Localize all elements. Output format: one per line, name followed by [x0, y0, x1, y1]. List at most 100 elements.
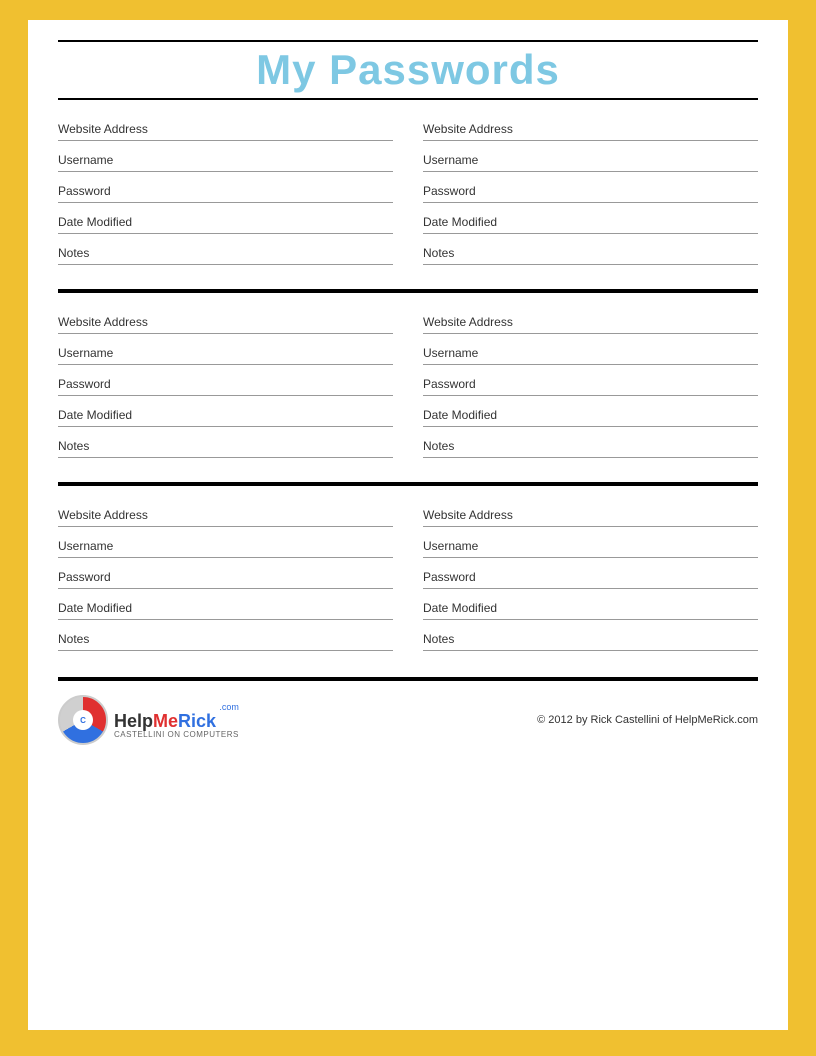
field-password-s1-e2: Password — [423, 178, 758, 203]
field-website-address-s3-e1: Website Address — [58, 502, 393, 527]
page: My Passwords Website Address Username Pass… — [28, 20, 788, 1030]
field-website-address-s2-e1: Website Address — [58, 309, 393, 334]
field-password-s2-e1: Password — [58, 371, 393, 396]
field-label: Password — [423, 371, 758, 391]
logo-rick: Rick — [178, 711, 216, 731]
field-underline — [58, 588, 393, 589]
field-username-s2-e1: Username — [58, 340, 393, 365]
field-label: Notes — [58, 240, 393, 260]
field-password-s3-e1: Password — [58, 564, 393, 589]
field-label: Date Modified — [58, 209, 393, 229]
field-underline — [423, 264, 758, 265]
top-divider — [58, 40, 758, 42]
copyright-text: © 2012 by Rick Castellini of HelpMeRick.… — [537, 714, 758, 726]
field-label: Website Address — [58, 502, 393, 522]
field-notes-s3-e2: Notes — [423, 626, 758, 651]
field-notes-s3-e1: Notes — [58, 626, 393, 651]
field-underline — [423, 202, 758, 203]
logo-text: .com HelpMeRick CASTELLINI ON COMPUTERS — [114, 702, 239, 739]
section-divider-2 — [58, 482, 758, 486]
section-divider-1 — [58, 289, 758, 293]
logo: C .com HelpMeRick CASTELLINI ON COMPUTER… — [58, 695, 239, 745]
field-label: Notes — [423, 240, 758, 260]
field-label: Date Modified — [423, 595, 758, 615]
field-underline — [58, 557, 393, 558]
field-underline — [58, 364, 393, 365]
field-underline — [423, 333, 758, 334]
section-3-grid: Website Address Username Password Date Modi… — [58, 502, 758, 657]
field-website-address-s2-e2: Website Address — [423, 309, 758, 334]
field-underline — [423, 650, 758, 651]
sections-container: Website Address Username Password Date Modi… — [58, 116, 758, 657]
field-label: Website Address — [58, 309, 393, 329]
field-username-s3-e1: Username — [58, 533, 393, 558]
field-username-s1-e1: Username — [58, 147, 393, 172]
field-underline — [58, 426, 393, 427]
logo-help: Help — [114, 711, 153, 731]
field-label: Date Modified — [58, 402, 393, 422]
field-label: Password — [423, 178, 758, 198]
field-underline — [58, 264, 393, 265]
logo-sub-text: CASTELLINI ON COMPUTERS — [114, 730, 239, 739]
field-underline — [423, 526, 758, 527]
field-label: Username — [58, 533, 393, 553]
field-underline — [58, 333, 393, 334]
field-label: Notes — [423, 433, 758, 453]
field-label: Website Address — [58, 116, 393, 136]
field-underline — [423, 171, 758, 172]
logo-inner-circle: C — [73, 710, 93, 730]
field-label: Notes — [423, 626, 758, 646]
field-date-modified-s2-e1: Date Modified — [58, 402, 393, 427]
field-underline — [58, 619, 393, 620]
footer: C .com HelpMeRick CASTELLINI ON COMPUTER… — [58, 691, 758, 749]
field-label: Date Modified — [58, 595, 393, 615]
field-password-s1-e1: Password — [58, 178, 393, 203]
field-underline — [58, 171, 393, 172]
field-label: Username — [423, 533, 758, 553]
logo-main-text: HelpMeRick — [114, 712, 239, 730]
logo-icon: C — [58, 695, 108, 745]
field-label: Notes — [58, 626, 393, 646]
field-underline — [423, 233, 758, 234]
field-underline — [423, 140, 758, 141]
field-label: Date Modified — [423, 209, 758, 229]
field-website-address-s3-e2: Website Address — [423, 502, 758, 527]
field-label: Website Address — [423, 502, 758, 522]
field-date-modified-s1-e2: Date Modified — [423, 209, 758, 234]
field-underline — [58, 650, 393, 651]
field-label: Password — [58, 178, 393, 198]
field-date-modified-s1-e1: Date Modified — [58, 209, 393, 234]
field-label: Website Address — [423, 309, 758, 329]
field-label: Password — [58, 371, 393, 391]
field-label: Notes — [58, 433, 393, 453]
field-underline — [58, 202, 393, 203]
field-underline — [58, 526, 393, 527]
field-username-s2-e2: Username — [423, 340, 758, 365]
section-2-entry-2: Website Address Username Password Date Modi… — [423, 309, 758, 464]
page-title: My Passwords — [58, 46, 758, 94]
section-1-entry-1: Website Address Username Password Date Modi… — [58, 116, 393, 271]
field-underline — [423, 364, 758, 365]
field-underline — [58, 395, 393, 396]
field-date-modified-s2-e2: Date Modified — [423, 402, 758, 427]
section-3-entry-1: Website Address Username Password Date Modi… — [58, 502, 393, 657]
field-label: Date Modified — [423, 402, 758, 422]
field-underline — [423, 619, 758, 620]
field-date-modified-s3-e1: Date Modified — [58, 595, 393, 620]
field-underline — [423, 588, 758, 589]
field-label: Password — [58, 564, 393, 584]
field-website-address-s1-e1: Website Address — [58, 116, 393, 141]
field-underline — [423, 557, 758, 558]
field-label: Username — [423, 340, 758, 360]
field-username-s1-e2: Username — [423, 147, 758, 172]
field-website-address-s1-e2: Website Address — [423, 116, 758, 141]
field-password-s2-e2: Password — [423, 371, 758, 396]
field-label: Website Address — [423, 116, 758, 136]
footer-divider — [58, 677, 758, 681]
field-label: Username — [423, 147, 758, 167]
title-underline — [58, 98, 758, 100]
field-label: Password — [423, 564, 758, 584]
field-underline — [58, 233, 393, 234]
field-underline — [423, 395, 758, 396]
field-date-modified-s3-e2: Date Modified — [423, 595, 758, 620]
